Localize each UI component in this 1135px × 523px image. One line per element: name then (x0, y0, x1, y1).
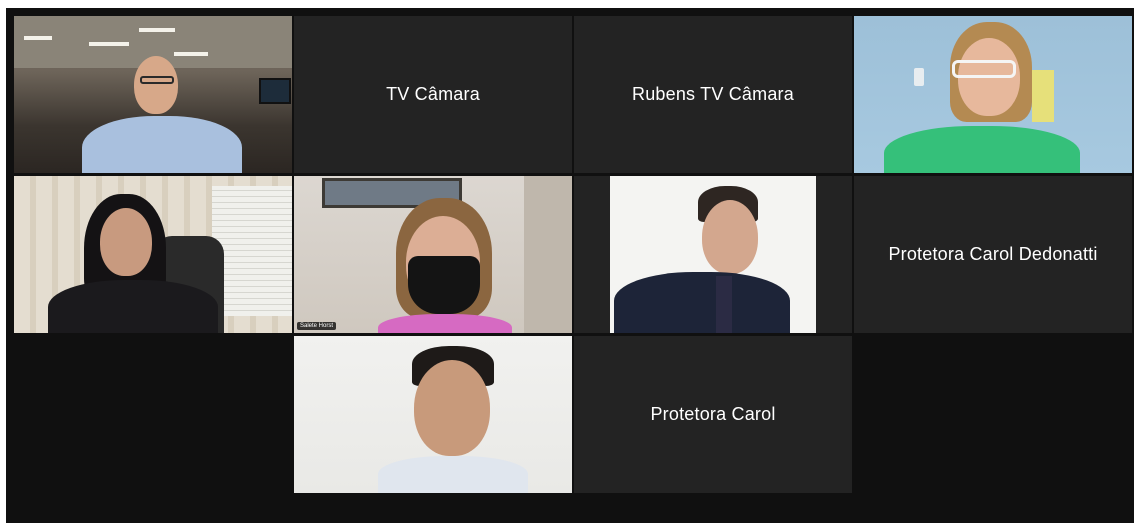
sticky-notes (1032, 70, 1054, 122)
wall-switch (914, 68, 924, 86)
participant-tile-video-7[interactable] (574, 176, 852, 333)
participant-video (854, 16, 1132, 173)
participant-name-chip: Salete Horst (297, 322, 337, 330)
participant-name: Protetora Carol Dedonatti (888, 244, 1098, 264)
window-blinds (212, 186, 292, 316)
person-dress (884, 126, 1080, 173)
ceiling-light (24, 36, 52, 40)
wall-corner (524, 176, 572, 333)
participant-name: Protetora Carol (650, 404, 776, 424)
participant-name: Rubens TV Câmara (632, 84, 794, 104)
participant-tile-video-9[interactable] (294, 336, 572, 493)
person-head (702, 200, 758, 274)
participant-tile-video-4[interactable] (854, 16, 1132, 173)
glasses (952, 60, 1016, 78)
participant-video (294, 176, 572, 333)
participant-tile-tv-camara[interactable]: TV Câmara (294, 16, 572, 173)
person-shirt (82, 116, 242, 173)
participant-tile-video-1[interactable] (14, 16, 292, 173)
participant-tile-protetora-carol[interactable]: Protetora Carol (574, 336, 852, 493)
participant-video (294, 336, 572, 493)
glasses (140, 76, 174, 84)
participant-video (14, 16, 292, 173)
person-suit (614, 272, 790, 333)
ceiling-light (174, 52, 208, 56)
person-head (100, 208, 152, 276)
participant-tile-salete-horst[interactable]: Salete Horst (294, 176, 572, 333)
person-top (48, 280, 218, 333)
ceiling-light (89, 42, 129, 46)
participant-video (574, 176, 852, 333)
person-head (414, 360, 490, 456)
participant-tile-video-5[interactable] (14, 176, 292, 333)
meeting-grid: TV Câmara Rubens TV Câmara Salete Horst … (6, 8, 1134, 523)
ceiling-light (139, 28, 175, 32)
person-shirt (378, 456, 528, 493)
wall-monitor (259, 78, 291, 104)
face-mask (408, 256, 480, 314)
participant-tile-protetora-carol-dedonatti[interactable]: Protetora Carol Dedonatti (854, 176, 1132, 333)
tie (716, 276, 732, 333)
participant-tile-rubens-tv-camara[interactable]: Rubens TV Câmara (574, 16, 852, 173)
person-head (134, 56, 178, 114)
person-top (378, 314, 512, 333)
participant-name: TV Câmara (386, 84, 480, 104)
participant-video (14, 176, 292, 333)
video-frame (610, 176, 816, 333)
